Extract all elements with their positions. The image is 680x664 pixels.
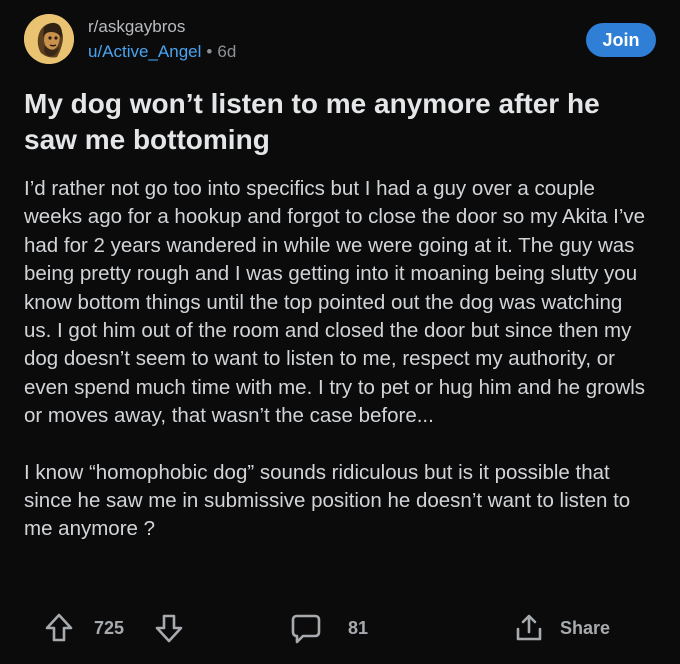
post-paragraph: I know “homophobic dog” sounds ridiculou…: [24, 460, 631, 541]
post-age: 6d: [217, 42, 237, 61]
upvote-button[interactable]: [42, 611, 76, 645]
byline-separator: •: [206, 42, 213, 61]
comment-bubble-icon: [291, 614, 321, 644]
share-button[interactable]: [512, 611, 546, 645]
post-actions-bar: 725 81 Share: [42, 611, 632, 645]
comments-button[interactable]: [289, 611, 323, 645]
downvote-button[interactable]: [152, 611, 186, 645]
post-header: r/askgaybros u/Active_Angel • 6d Join: [24, 14, 658, 66]
subreddit-avatar-icon: [24, 14, 74, 64]
subreddit-name[interactable]: r/askgaybros: [88, 17, 185, 37]
post-byline: u/Active_Angel • 6d: [88, 42, 236, 62]
join-button[interactable]: Join: [586, 23, 656, 57]
share-label[interactable]: Share: [560, 618, 610, 639]
share-upload-icon: [516, 614, 542, 641]
subreddit-avatar[interactable]: [24, 14, 74, 64]
reddit-post: r/askgaybros u/Active_Angel • 6d Join My d…: [0, 0, 680, 664]
post-body: I’d rather not go too into specifics but…: [24, 175, 654, 572]
comment-count: 81: [348, 618, 369, 638]
upvote-arrow-icon: [45, 613, 73, 642]
post-paragraph: I’d rather not go too into specifics but…: [24, 177, 646, 428]
vote-count: 725: [94, 618, 125, 638]
post-title[interactable]: My dog won’t listen to me anymore after …: [24, 86, 654, 158]
author-username[interactable]: u/Active_Angel: [88, 42, 201, 61]
downvote-arrow-icon: [155, 614, 183, 643]
